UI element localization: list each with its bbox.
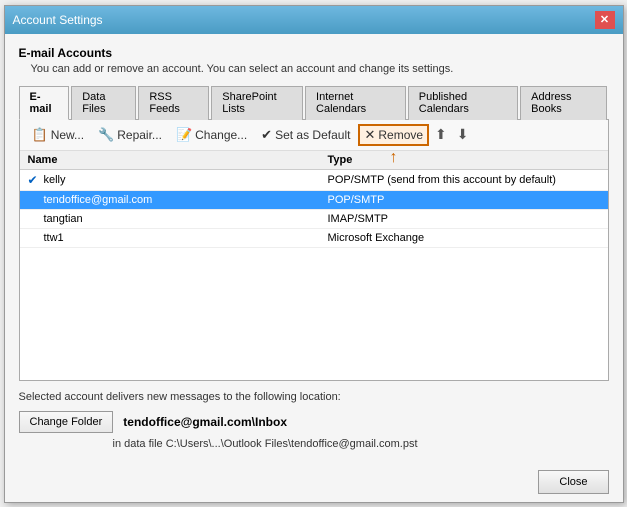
move-up-button[interactable]: ⬆ (431, 124, 451, 145)
close-button[interactable]: Close (538, 470, 608, 494)
set-default-button[interactable]: ✔ Set as Default (255, 124, 356, 146)
move-down-button[interactable]: ⬇ (453, 124, 473, 145)
change-button[interactable]: 📝 Change... (170, 124, 253, 146)
tab-addressbooks[interactable]: Address Books (520, 86, 606, 120)
change-label: Change... (195, 128, 247, 142)
table-row[interactable]: tangtian IMAP/SMTP (20, 210, 608, 229)
row-type: POP/SMTP (send from this account by defa… (328, 174, 600, 186)
data-file-path: in data file C:\Users\...\Outlook Files\… (113, 438, 609, 450)
title-bar: Account Settings ✕ (5, 6, 623, 34)
dialog-title: Account Settings (13, 13, 103, 27)
row-name: tendoffice@gmail.com (44, 194, 328, 206)
tabs-container: E-mail Data Files RSS Feeds SharePoint L… (19, 85, 609, 120)
row-name: ttw1 (44, 232, 328, 244)
folder-path: tendoffice@gmail.com\Inbox (123, 415, 287, 429)
tab-datafiles[interactable]: Data Files (71, 86, 136, 120)
folder-row: Change Folder tendoffice@gmail.com\Inbox (19, 411, 609, 433)
checkmark-icon: ✔ (261, 127, 272, 143)
subtitle: You can add or remove an account. You ca… (31, 63, 609, 75)
main-title: E-mail Accounts (19, 46, 609, 60)
row-type: POP/SMTP (328, 194, 600, 206)
col-header-name: Name (28, 154, 328, 166)
new-button[interactable]: 📋 New... (26, 124, 91, 146)
accounts-table: Name Type ✔ kelly POP/SMTP (send from th… (20, 151, 608, 380)
remove-icon: ✕ (364, 127, 375, 143)
bottom-section: Selected account delivers new messages t… (19, 381, 609, 450)
table-row[interactable]: ✔ kelly POP/SMTP (send from this account… (20, 170, 608, 191)
tab-content: 📋 New... 🔧 Repair... 📝 Change... ✔ Set a… (19, 120, 609, 381)
new-label: New... (51, 128, 84, 142)
dialog-footer: Close (5, 462, 623, 502)
repair-button[interactable]: 🔧 Repair... (92, 124, 168, 146)
row-name: tangtian (44, 213, 328, 225)
col-header-type: Type (328, 154, 600, 166)
change-folder-button[interactable]: Change Folder (19, 411, 114, 433)
table-row[interactable]: ttw1 Microsoft Exchange (20, 229, 608, 248)
table-rows: ✔ kelly POP/SMTP (send from this account… (20, 170, 608, 248)
dialog-body: E-mail Accounts You can add or remove an… (5, 34, 623, 462)
folder-name: tendoffice@gmail.com\Inbox (123, 415, 287, 429)
check-icon: ✔ (28, 173, 44, 187)
tab-internetcalendars[interactable]: Internet Calendars (305, 86, 406, 120)
remove-button[interactable]: ✕ Remove (358, 124, 429, 146)
tab-email[interactable]: E-mail (19, 86, 70, 120)
table-row[interactable]: tendoffice@gmail.com POP/SMTP (20, 191, 608, 210)
arrow-indicator: ↑ (390, 149, 398, 167)
tab-rssfeeds[interactable]: RSS Feeds (138, 86, 209, 120)
row-type: Microsoft Exchange (328, 232, 600, 244)
table-header: Name Type (20, 151, 608, 170)
tab-sharepointlists[interactable]: SharePoint Lists (211, 86, 303, 120)
repair-label: Repair... (117, 128, 162, 142)
account-settings-dialog: Account Settings ✕ E-mail Accounts You c… (4, 5, 624, 503)
row-type: IMAP/SMTP (328, 213, 600, 225)
header-section: E-mail Accounts You can add or remove an… (19, 46, 609, 75)
tab-publishedcalendars[interactable]: Published Calendars (408, 86, 518, 120)
toolbar: 📋 New... 🔧 Repair... 📝 Change... ✔ Set a… (20, 120, 608, 151)
set-default-label: Set as Default (275, 128, 350, 142)
remove-label: Remove (378, 128, 423, 142)
delivery-label: Selected account delivers new messages t… (19, 391, 609, 403)
change-icon: 📝 (176, 127, 192, 143)
repair-icon: 🔧 (98, 127, 114, 143)
new-icon: 📋 (32, 127, 48, 143)
row-name: kelly (44, 174, 328, 186)
close-icon[interactable]: ✕ (595, 11, 615, 29)
